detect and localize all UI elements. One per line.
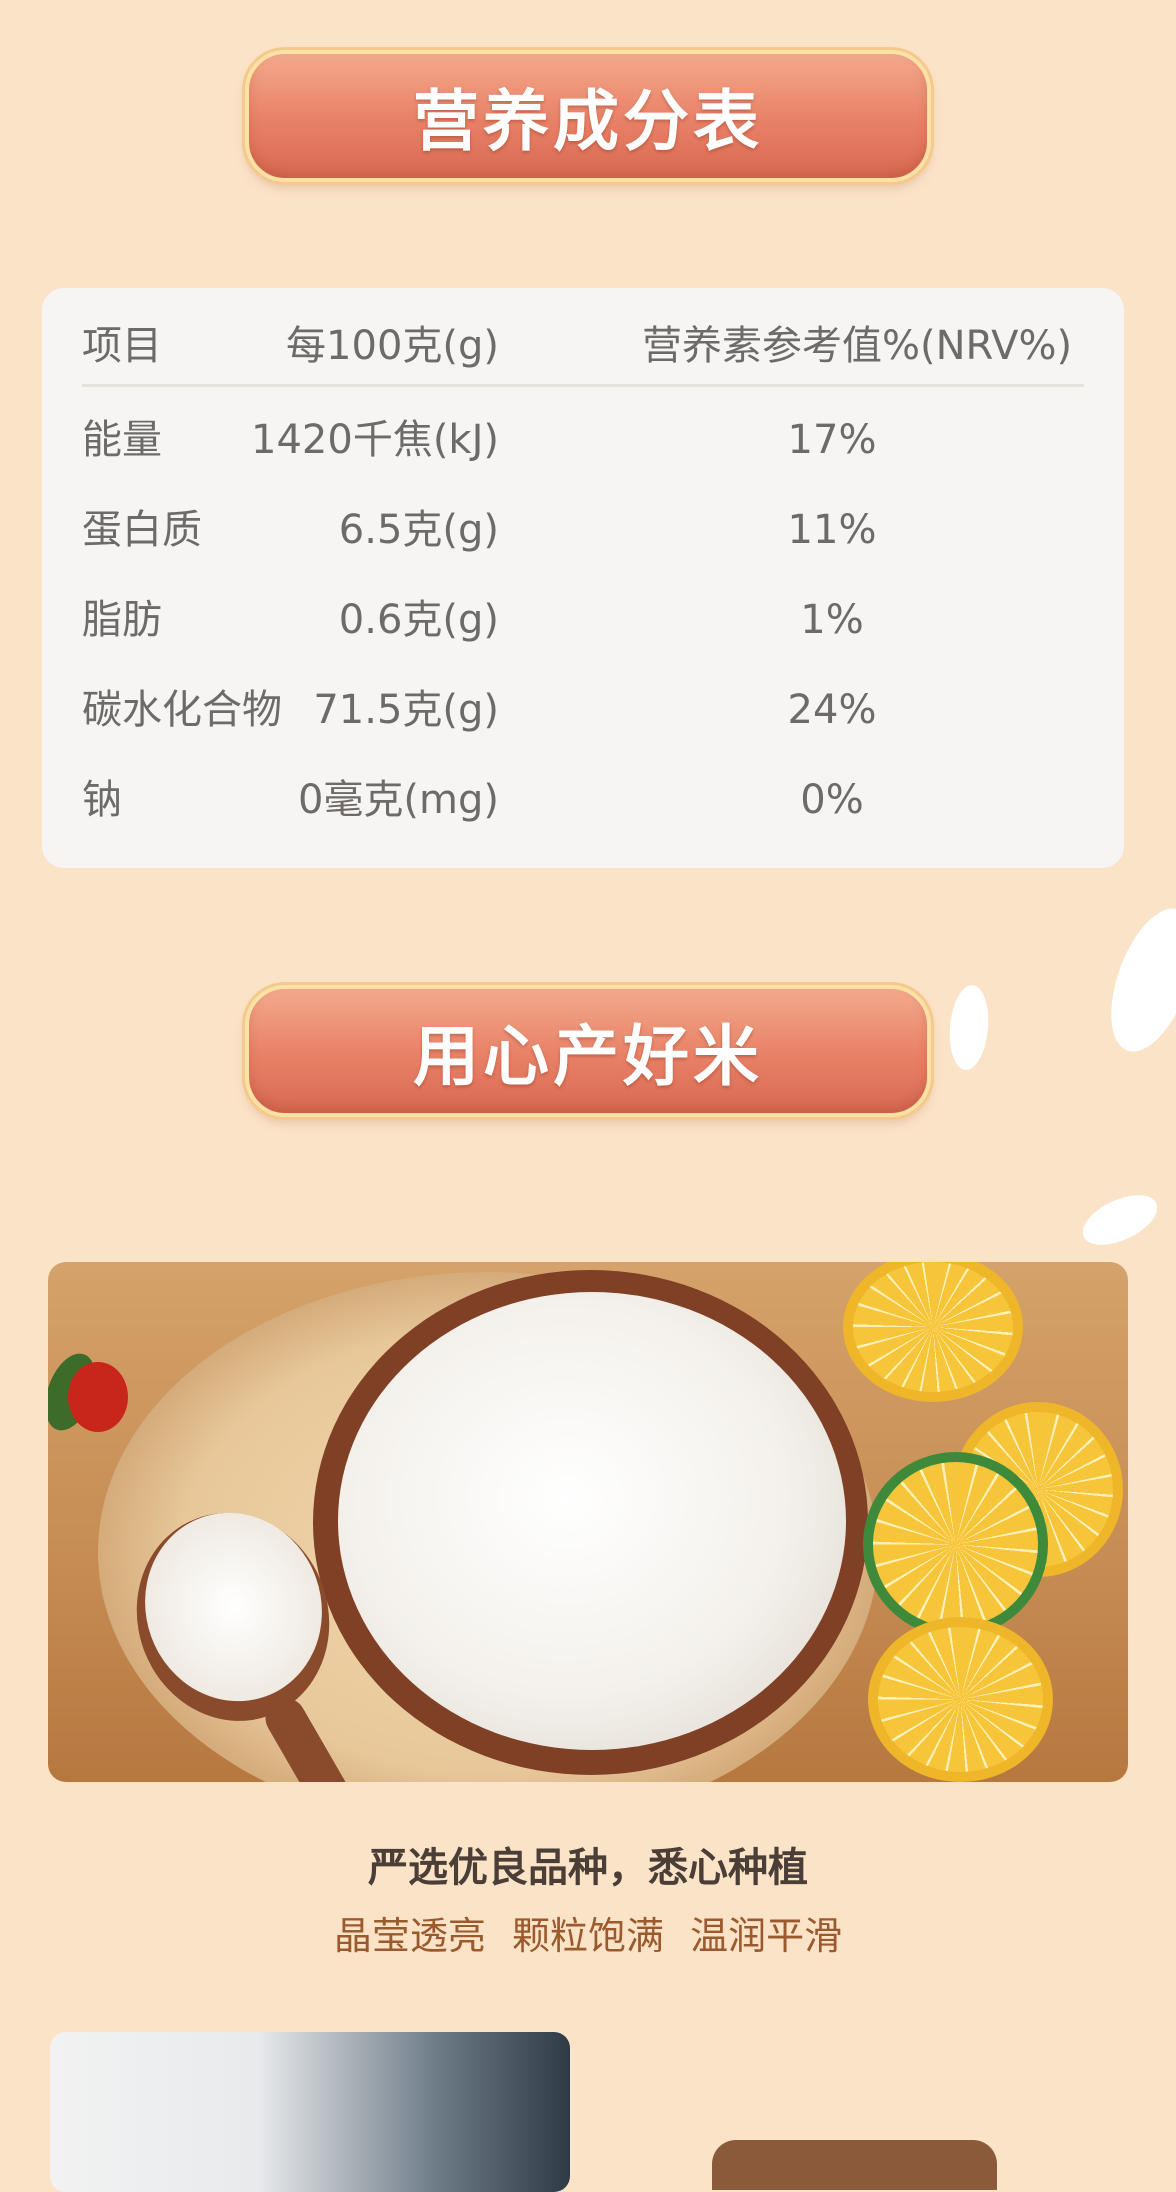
row-item: 钠 — [82, 777, 122, 823]
row-item: 能量 — [82, 417, 162, 463]
row-nrv: 24% — [787, 687, 877, 733]
header-nrv: 营养素参考值%(NRV%) — [642, 323, 1073, 369]
row-item: 碳水化合物 — [82, 687, 282, 733]
lemon-slice-image — [868, 1617, 1053, 1782]
table-header-row: 项目 每100克(g) 营养素参考值%(NRV%) — [82, 316, 1084, 376]
row-amount: 0毫克(mg) — [297, 777, 499, 823]
nutrition-section-title-text: 营养成分表 — [413, 83, 763, 160]
table-row: 钠 0毫克(mg) 0% — [82, 770, 1084, 830]
row-nrv: 11% — [787, 507, 877, 553]
table-row: 蛋白质 6.5克(g) 11% — [82, 500, 1084, 560]
bottom-label-tab — [712, 2140, 997, 2190]
rice-grain-decoration — [1075, 1184, 1165, 1256]
craft-section-title-text: 用心产好米 — [413, 1018, 763, 1095]
row-amount: 71.5克(g) — [313, 687, 499, 733]
nutrition-table: 项目 每100克(g) 营养素参考值%(NRV%) 能量 1420千焦(kJ) … — [42, 288, 1124, 868]
row-nrv: 0% — [800, 777, 864, 823]
lemon-slice-image — [843, 1262, 1023, 1402]
rice-in-bowl-image — [338, 1292, 846, 1750]
rice-bowl-photo — [48, 1262, 1128, 1782]
craft-section-title: 用心产好米 — [245, 985, 931, 1117]
rice-closeup-photo — [50, 2032, 570, 2192]
row-item: 脂肪 — [82, 597, 162, 643]
row-nrv: 17% — [787, 417, 877, 463]
header-item: 项目 — [82, 323, 162, 369]
table-row: 脂肪 0.6克(g) 1% — [82, 590, 1084, 650]
tagline-primary: 严选优良品种，悉心种植 — [368, 1845, 808, 1891]
nutrition-section-title: 营养成分表 — [245, 50, 931, 182]
rice-grain-decoration — [1094, 897, 1176, 1063]
row-item: 蛋白质 — [82, 507, 202, 553]
row-amount: 6.5克(g) — [338, 507, 499, 553]
table-row: 碳水化合物 71.5克(g) 24% — [82, 680, 1084, 740]
lime-slice-image — [863, 1452, 1048, 1637]
rice-grain-decoration — [946, 983, 992, 1072]
tomato-image — [68, 1362, 128, 1432]
table-divider — [82, 384, 1084, 387]
row-nrv: 1% — [800, 597, 864, 643]
tagline-secondary: 晶莹透亮 颗粒饱满 温润平滑 — [333, 1914, 843, 1958]
header-amount: 每100克(g) — [286, 323, 499, 369]
table-row: 能量 1420千焦(kJ) 17% — [82, 410, 1084, 470]
row-amount: 0.6克(g) — [338, 597, 499, 643]
row-amount: 1420千焦(kJ) — [251, 417, 499, 463]
